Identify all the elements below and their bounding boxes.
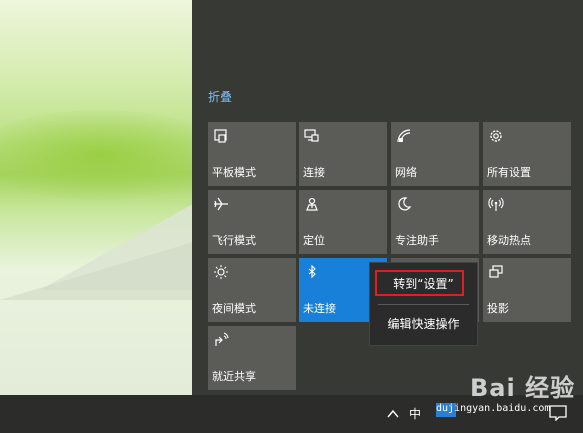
watermark-logo: Bai 经验 <box>470 374 576 402</box>
brightness-icon <box>213 264 229 280</box>
desktop-wallpaper <box>0 0 192 395</box>
tile-label: 飞行模式 <box>212 234 256 247</box>
tile-label: 专注助手 <box>395 234 439 247</box>
ime-indicator[interactable]: 中 <box>409 405 421 422</box>
wallpaper-leaf-lower <box>0 240 192 300</box>
tile-label: 平板模式 <box>212 166 256 179</box>
tile-mobile-hotspot[interactable]: 移动热点 <box>483 190 571 254</box>
tile-airplane-mode[interactable]: 飞行模式 <box>208 190 296 254</box>
tile-tablet-mode[interactable]: 平板模式 <box>208 122 296 186</box>
network-icon <box>396 128 412 144</box>
moon-icon <box>396 196 412 212</box>
tile-connect[interactable]: 连接 <box>299 122 387 186</box>
tile-label: 移动热点 <box>487 234 531 247</box>
tile-label: 夜间模式 <box>212 302 256 315</box>
menu-item-go-to-settings[interactable]: 转到“设置” <box>370 271 477 297</box>
collapse-link[interactable]: 折叠 <box>208 88 232 105</box>
tile-night-light[interactable]: 夜间模式 <box>208 258 296 322</box>
watermark-box-text: du <box>436 403 449 414</box>
tablet-mode-icon <box>213 128 229 144</box>
location-icon <box>304 196 320 212</box>
tile-project[interactable]: 投影 <box>483 258 571 322</box>
tile-location[interactable]: 定位 <box>299 190 387 254</box>
context-menu: 转到“设置” 编辑快速操作 <box>369 262 478 346</box>
airplane-icon <box>213 196 229 212</box>
notification-icon[interactable] <box>549 405 567 422</box>
watermark-text: dujingyan.baidu.com <box>436 403 550 414</box>
connect-icon <box>304 128 320 144</box>
tile-label: 未连接 <box>303 302 336 315</box>
nearby-share-icon <box>213 332 229 348</box>
bluetooth-icon <box>304 264 320 280</box>
hotspot-icon <box>488 196 504 212</box>
tile-focus-assist[interactable]: 专注助手 <box>391 190 479 254</box>
tile-label: 就近共享 <box>212 370 256 383</box>
tile-label: 所有设置 <box>487 166 531 179</box>
tile-network[interactable]: 网络 <box>391 122 479 186</box>
tile-all-settings[interactable]: 所有设置 <box>483 122 571 186</box>
tile-label: 网络 <box>395 166 417 179</box>
project-icon <box>488 264 504 280</box>
menu-item-edit-quick-actions[interactable]: 编辑快速操作 <box>370 311 477 337</box>
gear-icon <box>488 128 504 144</box>
chevron-up-icon[interactable] <box>386 406 400 420</box>
watermark-site: jingyan.baidu.com <box>448 403 551 414</box>
tile-label: 投影 <box>487 302 509 315</box>
wallpaper-sheen <box>0 110 192 200</box>
tile-label: 定位 <box>303 234 325 247</box>
tile-label: 连接 <box>303 166 325 179</box>
menu-separator <box>378 304 469 305</box>
tile-nearby-sharing[interactable]: 就近共享 <box>208 326 296 390</box>
